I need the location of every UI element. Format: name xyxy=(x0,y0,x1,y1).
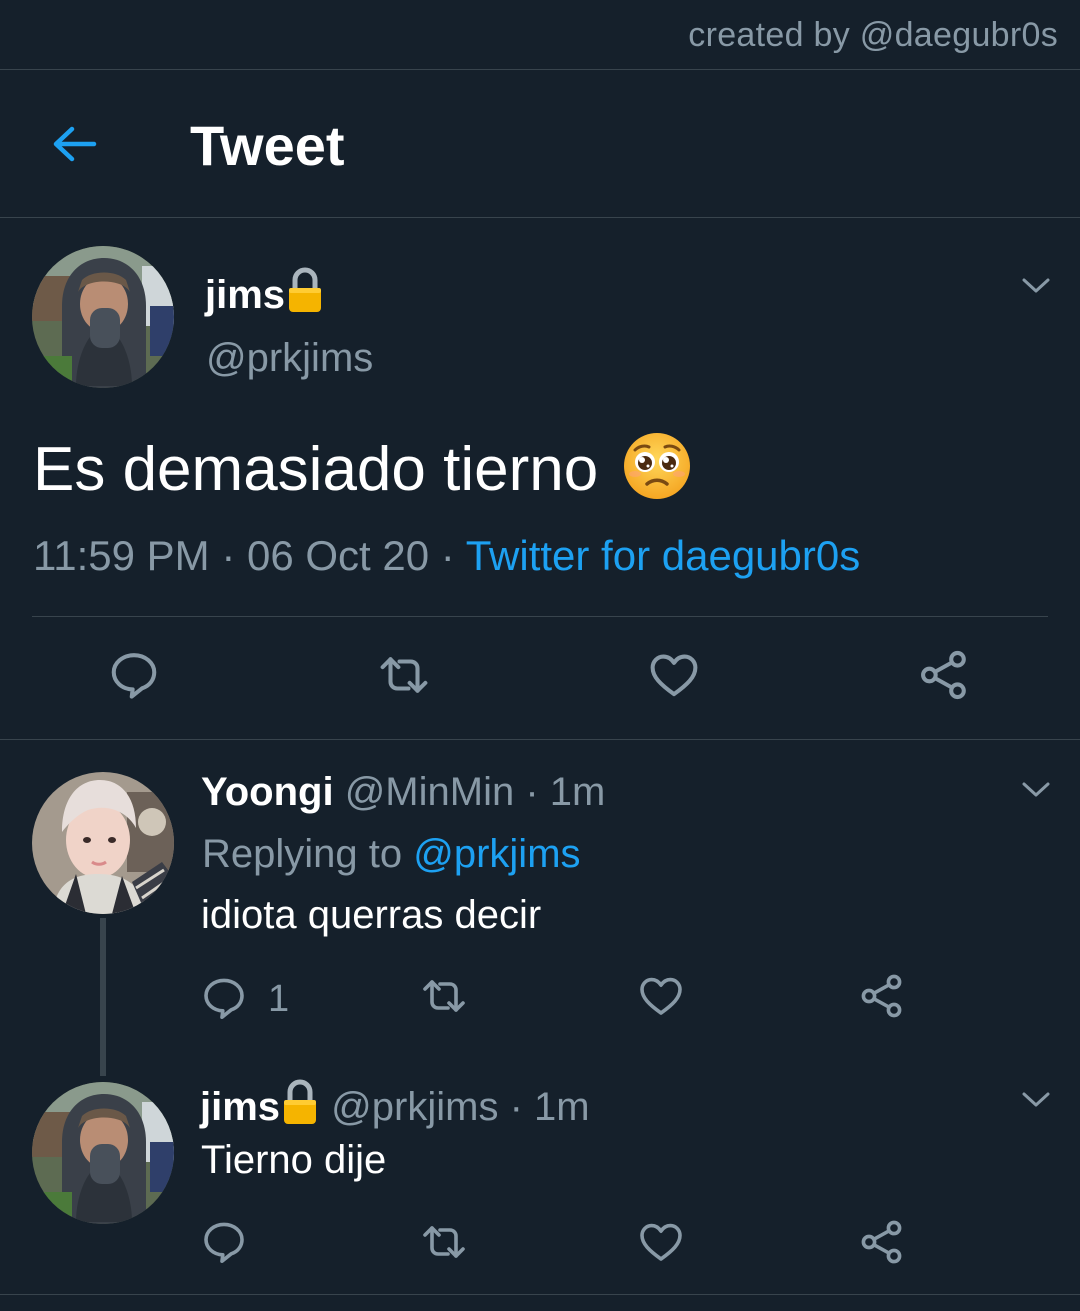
replying-to-label: Replying to xyxy=(202,832,403,876)
retweet-icon xyxy=(375,648,433,702)
avatar-image xyxy=(32,1082,174,1224)
avatar-image xyxy=(32,772,174,914)
reply-button[interactable] xyxy=(200,1218,254,1272)
retweet-button[interactable] xyxy=(418,1218,472,1272)
reply-header: jims @prkjims · 1m xyxy=(200,1078,590,1130)
author-display-name: jims xyxy=(205,273,286,317)
reply-time: 1m xyxy=(549,770,606,814)
tweet-date: 06 Oct 20 xyxy=(247,532,430,579)
avatar[interactable] xyxy=(32,772,174,914)
avatar[interactable] xyxy=(32,1082,174,1224)
chevron-down-icon[interactable] xyxy=(1019,778,1053,802)
meta-separator: · xyxy=(525,770,539,814)
share-icon xyxy=(858,1218,906,1266)
retweet-button[interactable] xyxy=(375,648,429,702)
like-button[interactable] xyxy=(647,648,701,702)
share-icon xyxy=(858,972,906,1020)
tweet-text-content: Es demasiado tierno xyxy=(33,435,599,504)
reply-icon xyxy=(107,648,161,702)
tweet-divider xyxy=(0,739,1080,740)
tweet-text: Es demasiado tierno xyxy=(33,430,693,505)
retweet-icon xyxy=(418,1218,470,1266)
replying-to-handle[interactable]: @prkjims xyxy=(413,832,580,876)
chevron-down-icon[interactable] xyxy=(1019,274,1053,298)
meta-divider xyxy=(32,616,1048,617)
retweet-icon xyxy=(418,972,470,1020)
author-display-name[interactable]: Yoongi xyxy=(201,770,334,814)
like-button[interactable] xyxy=(637,1218,691,1272)
author-handle[interactable]: @prkjims xyxy=(206,336,373,381)
reply-icon xyxy=(200,974,248,1022)
reply-button[interactable] xyxy=(107,648,161,702)
like-icon xyxy=(647,648,701,702)
like-icon xyxy=(637,1218,685,1266)
author-name-row[interactable]: jims xyxy=(205,266,325,318)
retweet-button[interactable] xyxy=(418,972,472,1026)
reply-button[interactable]: 1 xyxy=(200,972,300,1026)
share-button[interactable] xyxy=(858,972,912,1026)
back-button[interactable] xyxy=(44,121,104,167)
bottom-divider xyxy=(0,1294,1080,1295)
chevron-down-icon[interactable] xyxy=(1019,1088,1053,1112)
reply-icon xyxy=(200,1218,248,1266)
meta-separator: · xyxy=(221,532,236,579)
pleading-face-icon xyxy=(621,430,693,502)
avatar-image xyxy=(32,246,174,388)
like-button[interactable] xyxy=(637,972,691,1026)
reply-header: Yoongi @MinMin · 1m xyxy=(201,770,605,815)
author-display-name[interactable]: jims xyxy=(200,1085,280,1129)
back-arrow-icon xyxy=(53,126,97,162)
header-divider-top xyxy=(0,69,1080,70)
top-app-bar: Tweet xyxy=(0,71,1080,217)
reply-time: 1m xyxy=(534,1085,590,1129)
creator-credit: created by @daegubr0s xyxy=(688,16,1058,54)
share-button[interactable] xyxy=(917,648,971,702)
share-icon xyxy=(917,648,971,702)
reply-count: 1 xyxy=(268,978,290,1020)
thread-connector-line xyxy=(100,918,106,1076)
page-title: Tweet xyxy=(190,114,345,177)
lock-icon xyxy=(280,1078,320,1126)
avatar[interactable] xyxy=(32,246,174,388)
author-handle[interactable]: @prkjims xyxy=(331,1085,498,1129)
meta-separator: · xyxy=(509,1085,523,1129)
share-button[interactable] xyxy=(858,1218,912,1272)
tweet-meta: 11:59 PM · 06 Oct 20 · Twitter for daegu… xyxy=(33,532,860,580)
tweet-time: 11:59 PM xyxy=(33,532,210,579)
like-icon xyxy=(637,972,685,1020)
lock-icon xyxy=(285,266,325,314)
meta-separator: · xyxy=(440,532,455,579)
replying-to: Replying to @prkjims xyxy=(202,832,581,877)
reply-text: idiota querras decir xyxy=(201,893,542,937)
reply-text: Tierno dije xyxy=(201,1138,387,1182)
tweet-source-link[interactable]: Twitter for daegubr0s xyxy=(466,532,861,579)
header-divider-bottom xyxy=(0,217,1080,218)
author-handle[interactable]: @MinMin xyxy=(345,770,515,814)
